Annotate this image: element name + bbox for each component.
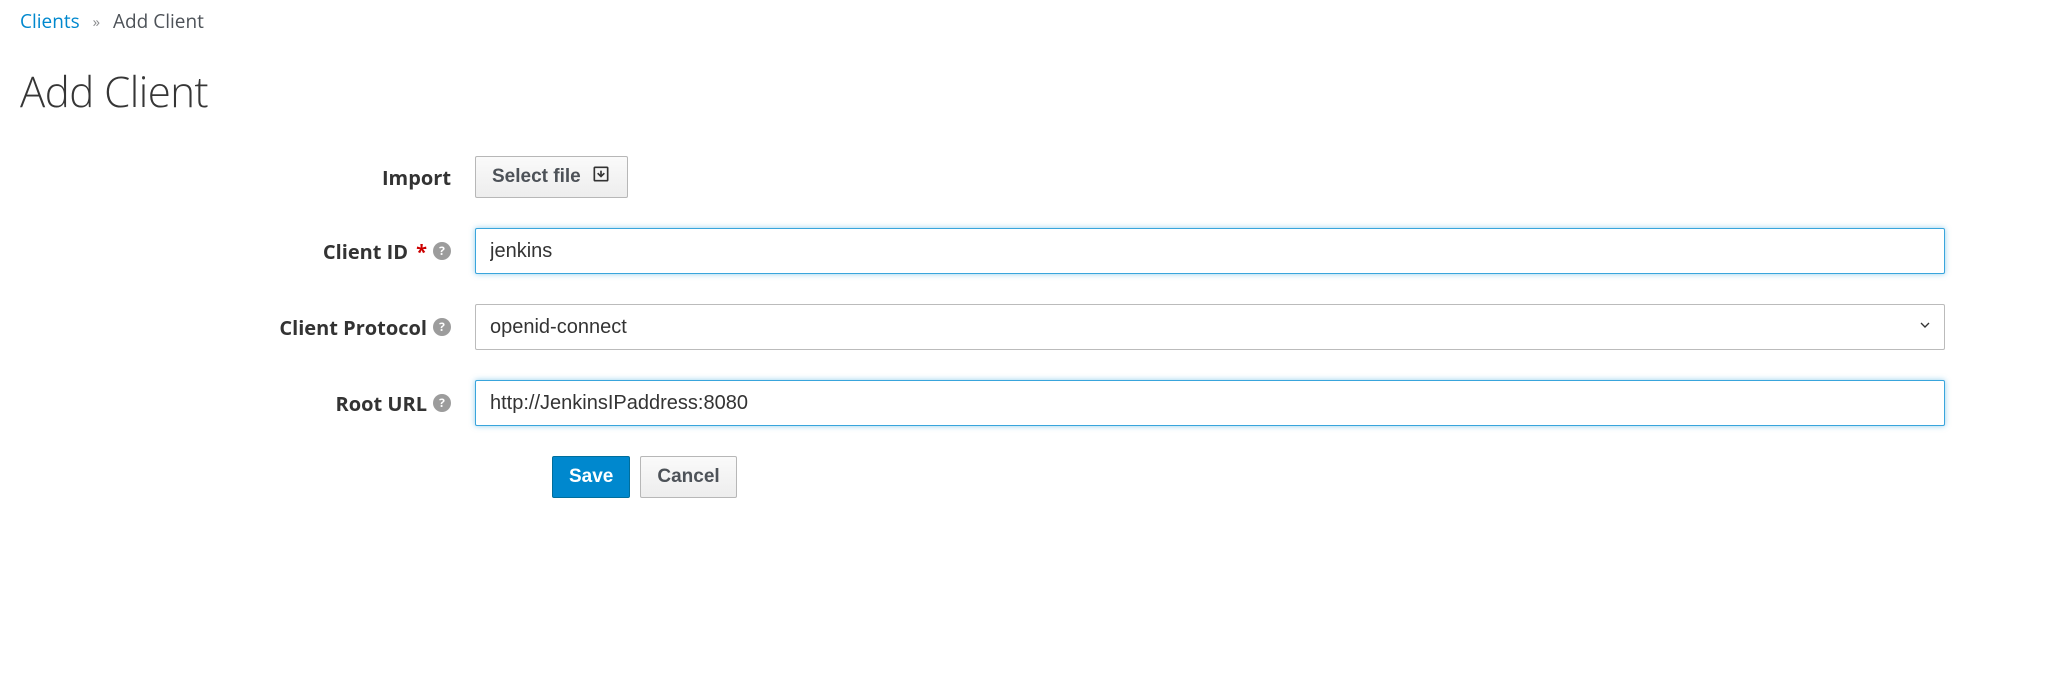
breadcrumb-separator-icon: » — [85, 12, 108, 32]
client-id-field[interactable] — [475, 228, 1945, 274]
label-client-protocol: Client Protocol ? — [20, 314, 475, 341]
form-row-root-url: Root URL ? — [20, 380, 2028, 426]
label-client-id: Client ID * ? — [20, 238, 475, 265]
client-protocol-select[interactable]: openid-connect — [475, 304, 1945, 350]
client-protocol-select-wrap: openid-connect — [475, 304, 1945, 350]
breadcrumb-parent-link[interactable]: Clients — [20, 8, 80, 34]
required-asterisk-icon: * — [414, 238, 427, 265]
breadcrumb: Clients » Add Client — [20, 8, 2028, 35]
label-import: Import — [20, 164, 475, 191]
form-row-client-id: Client ID * ? — [20, 228, 2028, 274]
root-url-field[interactable] — [475, 380, 1945, 426]
label-import-text: Import — [382, 164, 451, 191]
select-file-button-label: Select file — [492, 166, 581, 188]
cancel-button[interactable]: Cancel — [640, 456, 736, 498]
select-file-button[interactable]: Select file — [475, 156, 628, 198]
page-title: Add Client — [20, 63, 2028, 120]
import-file-icon — [591, 164, 611, 190]
form-row-import: Import Select file — [20, 156, 2028, 198]
label-root-url: Root URL ? — [20, 390, 475, 417]
breadcrumb-current: Add Client — [113, 8, 204, 34]
form-row-client-protocol: Client Protocol ? openid-connect — [20, 304, 2028, 350]
help-icon[interactable]: ? — [433, 318, 451, 336]
form-actions: Save Cancel — [552, 456, 2028, 498]
label-root-url-text: Root URL — [336, 390, 427, 417]
label-client-id-text: Client ID — [323, 238, 408, 265]
help-icon[interactable]: ? — [433, 394, 451, 412]
help-icon[interactable]: ? — [433, 242, 451, 260]
save-button[interactable]: Save — [552, 456, 630, 498]
label-client-protocol-text: Client Protocol — [279, 314, 427, 341]
